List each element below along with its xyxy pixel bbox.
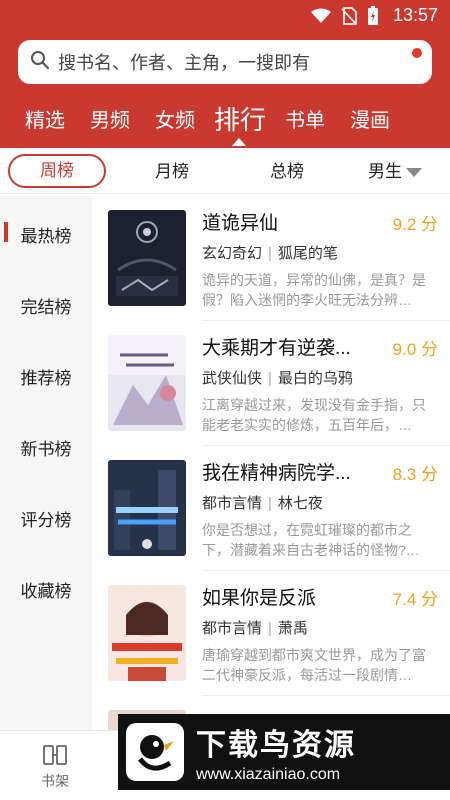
nav-tab-ranking[interactable]: 排行 [214, 100, 266, 137]
book-description: 诡异的天道，异常的仙佛，是真？是假？陷入迷惘的李火旺无法分辨… [202, 272, 426, 308]
gender-label: 男生 [368, 162, 402, 181]
book-meta: 武侠仙侠 | 最白的乌鸦 [202, 367, 353, 388]
ranking-sidebar: 最热榜 完结榜 推荐榜 新书榜 评分榜 收藏榜 [0, 196, 92, 730]
book-title: 道诡异仙 [202, 213, 279, 234]
status-bar: 13:57 [0, 0, 450, 32]
chevron-down-icon [406, 168, 422, 178]
watermark-text: 下载鸟资源 www.xiazainiao.com [196, 720, 356, 784]
battery-icon [367, 5, 379, 26]
sidebar-item-favorites[interactable]: 收藏榜 [0, 577, 92, 602]
book-score: 8.3 分 [392, 465, 438, 484]
tab-monthly[interactable]: 月榜 [155, 157, 189, 182]
top-nav: 精选 男频 女频 排行 书单 漫画 [0, 96, 450, 146]
gender-dropdown[interactable]: 男生 [368, 157, 422, 182]
tab-weekly[interactable]: 周榜 [8, 154, 106, 188]
meta-separator: | [268, 495, 272, 512]
wifi-icon [310, 8, 331, 24]
no-sim-icon [341, 6, 357, 25]
book-title: 如果你是反派 [202, 588, 317, 609]
header: 13:57 搜书名、作者、主角，一搜即有 精选 男频 女频 排行 书单 漫画 [0, 0, 450, 148]
book-description: 唐瑜穿越到都市爽文世界，成为了富二代神豪反派，每活过一段剧情… [202, 647, 426, 683]
tab-total[interactable]: 总榜 [270, 157, 304, 182]
nav-tab-male[interactable]: 男频 [90, 104, 130, 133]
list-item[interactable]: 我在精神病院学... 8.3 分 都市言情 | 林七夜 你是否想过，在霓虹璀璨的都市… [92, 446, 450, 571]
book-score: 9.2 分 [392, 215, 438, 234]
book-list: 道诡异仙 9.2 分 玄幻奇幻 | 狐尾的笔 诡异的天道，异常的仙佛，是真？是假？陷… [92, 196, 450, 730]
tab-bookshelf[interactable]: 书架 [30, 743, 80, 791]
search-bar[interactable]: 搜书名、作者、主角，一搜即有 [18, 40, 432, 84]
book-genre: 都市言情 [202, 495, 263, 512]
bookshelf-icon [30, 743, 80, 767]
notification-dot [412, 48, 422, 58]
book-title: 大乘期才有逆袭... [202, 338, 351, 359]
book-author: 萧禹 [277, 620, 308, 637]
nav-tab-comics[interactable]: 漫画 [350, 104, 390, 133]
book-meta: 都市言情 | 萧禹 [202, 617, 308, 638]
sidebar-item-completed[interactable]: 完结榜 [0, 293, 92, 318]
sidebar-item-rating[interactable]: 评分榜 [0, 506, 92, 531]
list-item[interactable]: 大乘期才有逆袭... 9.0 分 武侠仙侠 | 最白的乌鸦 江离穿越过来，发现没有金… [92, 321, 450, 446]
sidebar-item-hottest[interactable]: 最热榜 [0, 222, 92, 247]
list-item[interactable]: 道诡异仙 9.2 分 玄幻奇幻 | 狐尾的笔 诡异的天道，异常的仙佛，是真？是假？陷… [92, 196, 450, 321]
search-icon [30, 50, 50, 75]
watermark: 下载鸟资源 www.xiazainiao.com [118, 714, 450, 790]
watermark-url: www.xiazainiao.com [196, 766, 341, 783]
list-item[interactable]: 如果你是反派 7.4 分 都市言情 | 萧禹 唐瑜穿越到都市爽文世界，成为了富二代神… [92, 571, 450, 696]
book-cover [108, 210, 186, 306]
sidebar-item-recommended[interactable]: 推荐榜 [0, 364, 92, 389]
watermark-logo [126, 723, 184, 781]
nav-tab-booklist[interactable]: 书单 [285, 104, 325, 133]
book-score: 9.0 分 [392, 340, 438, 359]
status-time: 13:57 [392, 5, 438, 25]
nav-tab-female[interactable]: 女频 [155, 104, 195, 133]
sidebar-item-new[interactable]: 新书榜 [0, 435, 92, 460]
book-cover [108, 585, 186, 681]
meta-separator: | [268, 245, 272, 262]
search-placeholder: 搜书名、作者、主角，一搜即有 [58, 53, 310, 73]
book-author: 狐尾的笔 [277, 245, 338, 262]
book-description: 你是否想过，在霓虹璀璨的都市之下，潜藏着来自古老神话的怪物?… [202, 522, 420, 558]
book-genre: 玄幻奇幻 [202, 245, 263, 262]
book-score: 7.4 分 [392, 590, 438, 609]
book-cover [108, 460, 186, 556]
book-author: 最白的乌鸦 [277, 370, 353, 387]
book-title: 我在精神病院学... [202, 463, 351, 484]
tab-bookshelf-label: 书架 [41, 773, 69, 789]
nav-active-indicator [232, 138, 246, 146]
book-description: 江离穿越过来，发现没有金手指，只能老老实实的修炼，五百年后，… [202, 397, 426, 433]
meta-separator: | [268, 620, 272, 637]
book-genre: 都市言情 [202, 620, 263, 637]
book-author: 林七夜 [277, 495, 323, 512]
book-cover [108, 335, 186, 431]
meta-separator: | [268, 370, 272, 387]
book-genre: 武侠仙侠 [202, 370, 263, 387]
nav-tab-featured[interactable]: 精选 [25, 104, 65, 133]
ranking-period-tabs: 周榜 月榜 总榜 男生 [0, 148, 450, 194]
watermark-title: 下载鸟资源 [196, 729, 356, 762]
book-meta: 玄幻奇幻 | 狐尾的笔 [202, 242, 338, 263]
book-meta: 都市言情 | 林七夜 [202, 492, 323, 513]
